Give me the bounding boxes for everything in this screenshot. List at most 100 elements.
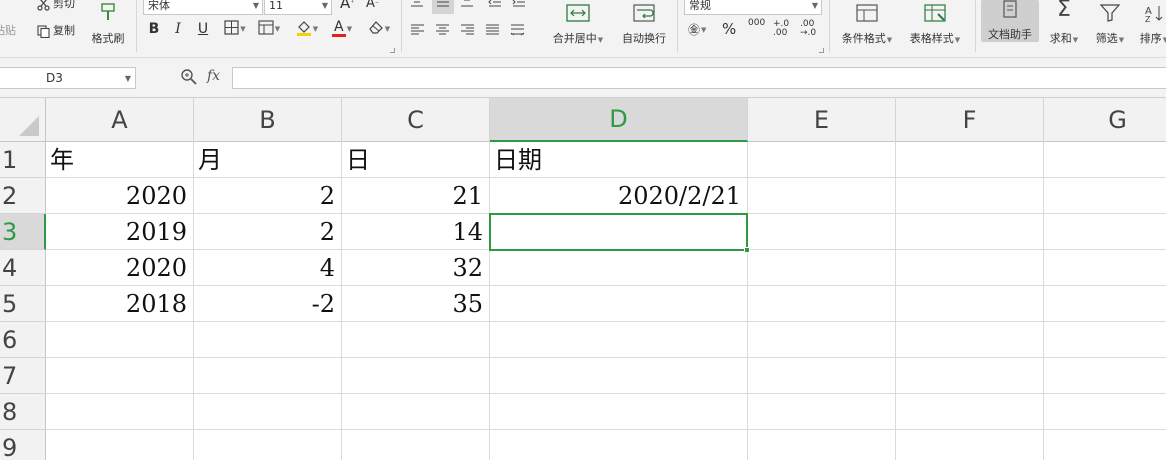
merge-center-button[interactable]: 合并居中▼ <box>548 0 608 46</box>
justify-icon <box>485 23 500 40</box>
cut-button[interactable]: 剪切 <box>36 0 75 11</box>
font-name-select[interactable]: 宋体 ▼ <box>143 0 263 15</box>
fill-handle[interactable] <box>744 247 750 253</box>
align-middle-button[interactable] <box>432 0 454 14</box>
cell-c3[interactable]: 14 <box>342 214 489 250</box>
active-cell-selection[interactable] <box>489 213 750 253</box>
row-header-4[interactable]: 4 <box>0 250 46 286</box>
number-dialog-launcher-icon[interactable] <box>819 48 824 53</box>
cell-a1[interactable]: 年 <box>46 142 193 178</box>
cell-b1[interactable]: 月 <box>194 142 341 178</box>
decrease-decimal-button[interactable]: .00 →.0 <box>800 20 816 38</box>
decrease-decimal-label: .00 →.0 <box>800 19 817 38</box>
font-color-button[interactable]: A ▼ <box>327 18 357 40</box>
align-top-button[interactable] <box>410 0 424 12</box>
conditional-format-button[interactable]: 条件格式▼ <box>836 0 898 46</box>
format-painter-button[interactable]: 格式刷 <box>88 0 128 46</box>
thousands-button[interactable]: 000 <box>748 19 765 28</box>
indent-increase-button[interactable] <box>512 0 526 12</box>
clear-format-button[interactable]: ▼ <box>364 18 394 40</box>
increase-decimal-button[interactable]: +.0 .00 <box>773 20 789 38</box>
align-center-button[interactable] <box>435 23 450 40</box>
cell-a5[interactable]: 2018 <box>46 286 193 322</box>
copy-button[interactable]: 复制 <box>36 24 75 38</box>
column-header-a[interactable]: A <box>46 98 194 142</box>
row-header-8[interactable]: 8 <box>0 394 46 430</box>
cell-d1[interactable]: 日期 <box>490 142 747 178</box>
cell-c4[interactable]: 32 <box>342 250 489 286</box>
column-header-f[interactable]: F <box>896 98 1044 142</box>
row-header-3[interactable]: 3 <box>0 214 46 250</box>
cell-b3[interactable]: 2 <box>194 214 341 250</box>
row-header-2[interactable]: 2 <box>0 178 46 214</box>
divider <box>829 0 830 52</box>
underline-button[interactable]: U <box>192 18 214 40</box>
font-dialog-launcher-icon[interactable] <box>390 48 395 53</box>
zoom-function-icon[interactable] <box>180 68 200 88</box>
cell-a4[interactable]: 2020 <box>46 250 193 286</box>
cell-b4[interactable]: 4 <box>194 250 341 286</box>
table-style-label: 表格样式 <box>909 32 954 45</box>
align-right-button[interactable] <box>460 23 475 40</box>
name-box-value: D3 <box>46 71 63 85</box>
chevron-down-icon: ▼ <box>312 25 319 33</box>
ribbon: 粘贴 剪切 复制 格式刷 宋体 ▼ 11 ▼ A⁺ A⁻ B I <box>0 0 1166 58</box>
row-header-7[interactable]: 7 <box>0 358 46 394</box>
grow-font-button[interactable]: A ⁺ <box>340 0 355 11</box>
sort-label: 排序 <box>1139 32 1162 45</box>
formula-input[interactable] <box>232 67 1166 89</box>
sum-button[interactable]: Σ 求和▼ <box>1046 0 1082 46</box>
paste-button[interactable]: 粘贴 <box>0 24 16 38</box>
align-bottom-button[interactable] <box>460 0 474 12</box>
column-header-e[interactable]: E <box>748 98 896 142</box>
font-size-select[interactable]: 11 ▼ <box>264 0 332 15</box>
indent-decrease-button[interactable] <box>488 0 502 12</box>
column-header-b[interactable]: B <box>194 98 342 142</box>
cell-c1[interactable]: 日 <box>342 142 489 178</box>
table-style-icon <box>924 0 946 22</box>
row-header-9[interactable]: 9 <box>0 430 46 460</box>
table-style-button[interactable]: 表格样式▼ <box>904 0 966 46</box>
italic-label: I <box>175 21 181 37</box>
cell-c5[interactable]: 35 <box>342 286 489 322</box>
cell-d2[interactable]: 2020/2/21 <box>490 178 747 214</box>
spreadsheet-grid: A B C D E F G 1 2 3 4 5 6 7 8 9 年 月 日 日期… <box>0 98 1166 460</box>
number-format-select[interactable]: 常规 ▼ <box>684 0 822 15</box>
align-top-icon <box>410 0 424 12</box>
insert-function-button[interactable]: fx <box>207 68 220 84</box>
italic-button[interactable]: I <box>167 18 189 40</box>
filter-button[interactable]: 筛选▼ <box>1090 0 1130 46</box>
cell-area[interactable]: 年 月 日 日期 2020 2 21 2020/2/21 2019 2 14 2… <box>46 142 1166 460</box>
sort-button[interactable]: AZ 排序▼ <box>1134 0 1166 46</box>
row-header-5[interactable]: 5 <box>0 286 46 322</box>
bold-label: B <box>148 21 160 37</box>
justify-button[interactable] <box>485 23 500 40</box>
name-box[interactable]: D3 ▼ <box>0 67 136 89</box>
currency-button[interactable]: ㊎ ▼ <box>688 23 706 37</box>
distribute-button[interactable] <box>510 23 525 40</box>
column-header-c[interactable]: C <box>342 98 490 142</box>
row-header-1[interactable]: 1 <box>0 142 46 178</box>
fill-color-button[interactable]: ▼ <box>292 18 322 40</box>
chevron-down-icon: ▼ <box>321 1 328 10</box>
shrink-font-button[interactable]: A ⁻ <box>366 0 379 11</box>
cell-a3[interactable]: 2019 <box>46 214 193 250</box>
format-painter-label: 格式刷 <box>91 32 125 45</box>
cell-c2[interactable]: 21 <box>342 178 489 214</box>
borders-button[interactable]: ▼ <box>220 18 250 40</box>
cell-b2[interactable]: 2 <box>194 178 341 214</box>
chevron-down-icon: ▼ <box>886 36 893 44</box>
column-header-g[interactable]: G <box>1044 98 1166 142</box>
bold-button[interactable]: B <box>143 18 165 40</box>
cell-a2[interactable]: 2020 <box>46 178 193 214</box>
percent-button[interactable]: % <box>722 22 736 37</box>
wrap-text-button[interactable]: 自动换行 <box>618 0 670 46</box>
cell-style-button[interactable]: ▼ <box>254 18 284 40</box>
row-header-6[interactable]: 6 <box>0 322 46 358</box>
select-all-button[interactable] <box>0 98 46 142</box>
paste-label: 粘贴 <box>0 24 16 37</box>
doc-assistant-button[interactable]: 文档助手 <box>981 0 1039 42</box>
cell-b5[interactable]: -2 <box>194 286 341 322</box>
align-left-button[interactable] <box>410 23 425 40</box>
column-header-d[interactable]: D <box>490 98 748 142</box>
